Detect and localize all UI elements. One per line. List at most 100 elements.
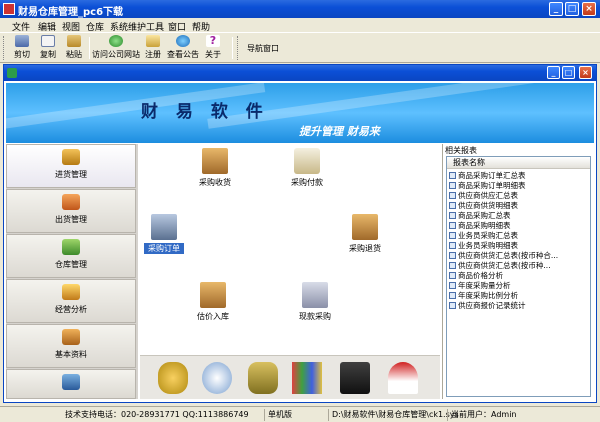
visit-website-label: 访问公司网站 (92, 50, 140, 59)
purchase-receive-tile[interactable]: 采购收货 (190, 148, 240, 188)
menu-file[interactable]: 文件 (12, 20, 30, 33)
menu-edit[interactable]: 编辑 (38, 20, 56, 33)
report-item[interactable]: 年度采购比例分析 (449, 291, 518, 301)
purchase-order-tile[interactable]: 采购订单 (144, 214, 184, 254)
report-item[interactable]: 供应商供应汇总表 (449, 191, 518, 201)
brand-name: 财 易 软 件 (141, 102, 269, 122)
globe-icon (109, 35, 123, 47)
analysis-icon (62, 284, 80, 300)
navigator-window: _ □ × 财 易 软 件 提升管理 财易来 进货管理 出货管理 仓库管理 经营… (3, 64, 597, 403)
report-icon (449, 182, 456, 189)
menu-warehouse[interactable]: 仓库 (86, 20, 104, 33)
register-button[interactable]: 注册 (142, 35, 164, 61)
nav-item-shipment[interactable]: 出货管理 (6, 189, 136, 233)
report-item-label: 供应商供货汇总表(按币种合... (458, 251, 559, 260)
visit-website-button[interactable]: 访问公司网站 (92, 35, 140, 61)
store-icon[interactable] (388, 362, 418, 394)
minimize-icon[interactable]: _ (549, 2, 563, 16)
report-item[interactable]: 商品采购订单明细表 (449, 181, 526, 191)
report-item[interactable]: 商品采购明细表 (449, 221, 511, 231)
copy-label: 复制 (40, 50, 56, 59)
copy-button[interactable]: 复制 (36, 35, 60, 61)
report-item[interactable]: 商品价格分析 (449, 271, 503, 281)
reports-column-header[interactable]: 报表名称 (447, 157, 590, 169)
cash-purchase-tile[interactable]: 现款采购 (290, 282, 340, 322)
close-icon[interactable]: × (579, 66, 592, 79)
tile-label: 采购退货 (349, 244, 381, 253)
truck-icon (62, 149, 80, 165)
toolbar: 剪切 复制 粘贴 访问公司网站 注册 查看公告 ? 关于 导航窗口 (0, 33, 600, 63)
books-icon[interactable] (292, 362, 322, 394)
toolbar-separator (232, 37, 233, 59)
menu-tools[interactable]: 工具 (146, 20, 164, 33)
toolbar-grip[interactable] (3, 36, 6, 60)
report-item-label: 商品采购明细表 (458, 221, 511, 230)
paste-icon (67, 35, 81, 47)
report-item[interactable]: 供应商供货汇总表(按币种... (449, 261, 551, 271)
reports-list: 报表名称 商品采购订单汇总表 商品采购订单明细表 供应商供应汇总表 供应商供货明… (446, 156, 591, 397)
restore-icon[interactable]: □ (562, 66, 575, 79)
nav-item-label: 经营分析 (55, 305, 87, 314)
reports-heading: 相关报表 (445, 146, 477, 155)
boxes-icon (200, 282, 226, 308)
report-icon (449, 242, 456, 249)
purchase-payment-tile[interactable]: 采购付款 (282, 148, 332, 188)
shipment-icon (62, 194, 80, 210)
return-box-icon (352, 214, 378, 240)
close-icon[interactable]: × (582, 2, 596, 16)
brand-banner: 财 易 软 件 提升管理 财易来 (6, 83, 594, 143)
report-icon (449, 262, 456, 269)
toolbar-grip[interactable] (237, 36, 240, 60)
order-pen-icon (151, 214, 177, 240)
report-item-label: 商品采购订单明细表 (458, 181, 526, 190)
notice-globe-icon (176, 35, 190, 47)
report-item[interactable]: 供应商供货明细表 (449, 201, 518, 211)
report-icon (449, 302, 456, 309)
about-label: 关于 (205, 50, 221, 59)
menu-view[interactable]: 视图 (62, 20, 80, 33)
report-icon (449, 282, 456, 289)
tools-icon (62, 374, 80, 390)
nav-item-tools[interactable] (6, 369, 136, 399)
money-bag-icon[interactable] (248, 362, 278, 394)
report-item-label: 年度采购量分析 (458, 281, 511, 290)
magnifier-icon[interactable] (202, 362, 232, 394)
report-item[interactable]: 供应商供货汇总表(按币种合... (449, 251, 558, 261)
minimize-icon[interactable]: _ (547, 66, 560, 79)
nav-window-label: 导航窗口 (247, 44, 279, 53)
nav-item-label: 出货管理 (55, 215, 87, 224)
report-item[interactable]: 商品采购订单汇总表 (449, 171, 526, 181)
paste-button[interactable]: 粘贴 (62, 35, 86, 61)
cut-button[interactable]: 剪切 (10, 35, 34, 61)
about-button[interactable]: ? 关于 (202, 35, 224, 61)
report-item[interactable]: 商品采购汇总表 (449, 211, 511, 221)
nav-item-purchase[interactable]: 进货管理 (6, 144, 136, 188)
report-item-label: 商品采购汇总表 (458, 211, 511, 220)
support-info: 技术支持电话：020-28931771 QQ:1113886749 (65, 410, 249, 419)
printer-icon[interactable] (340, 362, 370, 394)
report-item[interactable]: 年度采购量分析 (449, 281, 511, 291)
navigator-titlebar: _ □ × (4, 65, 596, 81)
menu-help[interactable]: 帮助 (192, 20, 210, 33)
report-icon (449, 272, 456, 279)
related-reports-panel: 相关报表 报表名称 商品采购订单汇总表 商品采购订单明细表 供应商供应汇总表 供… (442, 144, 594, 399)
menu-window[interactable]: 窗口 (168, 20, 186, 33)
menu-system-maintenance[interactable]: 系统维护 (110, 20, 146, 33)
navigator-window-icon (7, 68, 17, 78)
nav-item-basic-data[interactable]: 基本资料 (6, 324, 136, 368)
maximize-icon[interactable]: □ (565, 2, 579, 16)
report-item-label: 供应商供货明细表 (458, 201, 518, 210)
report-item-label: 供应商报价记录统计 (458, 301, 526, 310)
view-notice-button[interactable]: 查看公告 (166, 35, 200, 61)
report-item[interactable]: 业务员采购汇总表 (449, 231, 518, 241)
report-item[interactable]: 业务员采购明细表 (449, 241, 518, 251)
nav-item-warehouse[interactable]: 仓库管理 (6, 234, 136, 278)
report-item[interactable]: 供应商报价记录统计 (449, 301, 526, 311)
current-user: 当前用户：Admin (447, 409, 517, 421)
report-icon (449, 202, 456, 209)
gold-icon[interactable] (158, 362, 188, 394)
report-icon (449, 212, 456, 219)
nav-item-business-analysis[interactable]: 经营分析 (6, 279, 136, 323)
purchase-return-tile[interactable]: 采购退货 (340, 214, 390, 254)
valuation-inbound-tile[interactable]: 估价入库 (188, 282, 238, 322)
